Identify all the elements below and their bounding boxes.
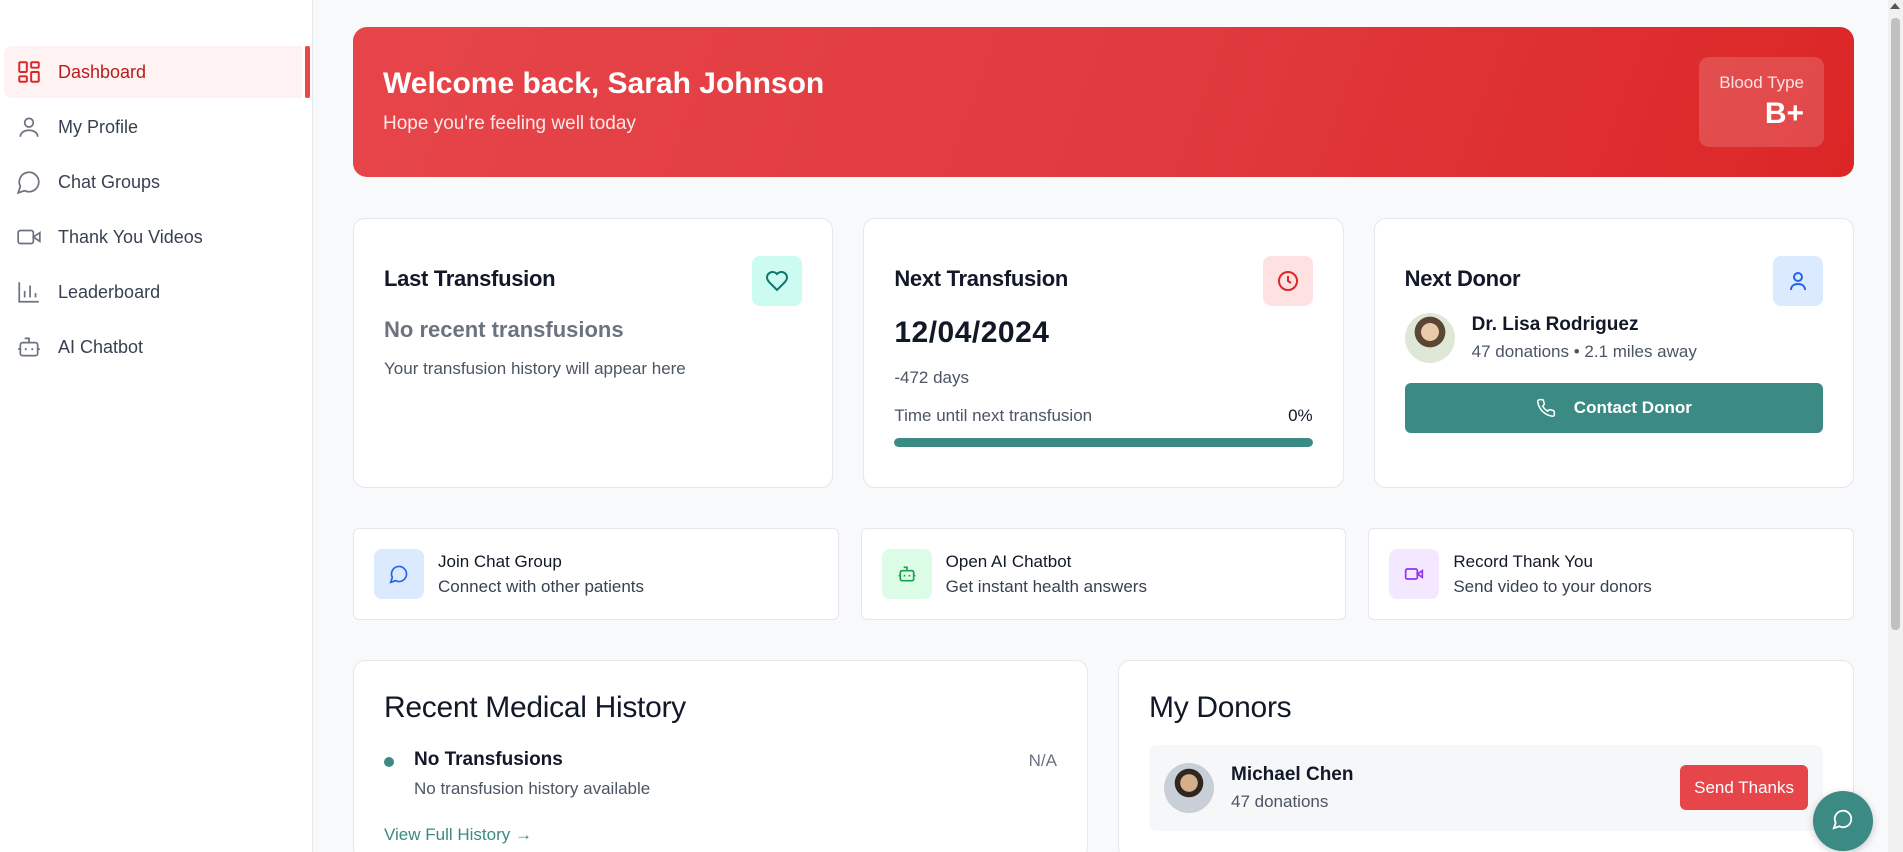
- summary-cards: Last Transfusion No recent transfusions …: [353, 218, 1854, 488]
- medical-history-panel: Recent Medical History No Transfusions N…: [353, 660, 1088, 852]
- chat-icon: [374, 549, 424, 599]
- sidebar-item-label: Thank You Videos: [58, 226, 203, 247]
- blood-type-value: B+: [1764, 97, 1804, 130]
- contact-donor-button[interactable]: Contact Donor: [1404, 383, 1823, 433]
- no-transfusions-text: No recent transfusions: [384, 317, 624, 342]
- record-thank-you-action[interactable]: Record Thank You Send video to your dono…: [1368, 528, 1855, 620]
- send-thanks-button[interactable]: Send Thanks: [1680, 765, 1808, 810]
- sidebar-item-label: Chat Groups: [58, 171, 161, 192]
- welcome-subtitle: Hope you're feeling well today: [383, 113, 636, 134]
- donor-name: Dr. Lisa Rodriguez: [1471, 314, 1639, 335]
- sidebar-item-leaderboard[interactable]: Leaderboard: [4, 266, 302, 318]
- view-full-history-link[interactable]: View Full History →: [384, 825, 532, 845]
- bot-icon: [881, 549, 932, 599]
- my-donors-panel: My Donors Michael Chen 47 donations Send…: [1118, 660, 1854, 852]
- heart-icon: [752, 256, 803, 306]
- history-item-date: N/A: [1028, 751, 1057, 770]
- action-title: Open AI Chatbot: [945, 551, 1072, 571]
- list-item: No Transfusions No transfusion history a…: [384, 749, 1057, 799]
- chat-fab-button[interactable]: [1813, 791, 1873, 851]
- panel-title: Recent Medical History: [384, 691, 686, 724]
- next-transfusion-date: 12/04/2024: [894, 316, 1050, 349]
- scrollbar[interactable]: [1888, 0, 1903, 852]
- donor-info: Dr. Lisa Rodriguez 47 donations • 2.1 mi…: [1404, 313, 1823, 363]
- progress-fill: [894, 438, 1313, 447]
- scroll-up-arrow[interactable]: [1890, 3, 1900, 9]
- open-ai-chatbot-action[interactable]: Open AI Chatbot Get instant health answe…: [860, 528, 1347, 620]
- main-content: Welcome back, Sarah Johnson Hope you're …: [353, 27, 1855, 852]
- sidebar-item-label: Dashboard: [58, 61, 147, 82]
- scroll-thumb[interactable]: [1891, 18, 1900, 630]
- sidebar-item-label: AI Chatbot: [58, 336, 144, 357]
- panel-title: My Donors: [1149, 691, 1292, 724]
- sidebar-item-label: Leaderboard: [58, 281, 161, 302]
- next-transfusion-card: Next Transfusion 12/04/2024 -472 days Ti…: [863, 218, 1344, 488]
- list-item: Michael Chen 47 donations Send Thanks: [1149, 745, 1823, 831]
- history-note: Your transfusion history will appear her…: [384, 359, 686, 378]
- action-title: Record Thank You: [1453, 551, 1593, 571]
- quick-actions: Join Chat Group Connect with other patie…: [353, 528, 1855, 620]
- progress-label: Time until next transfusion: [894, 406, 1093, 425]
- user-icon: [14, 112, 44, 142]
- contact-donor-label: Contact Donor: [1573, 398, 1692, 417]
- welcome-banner: Welcome back, Sarah Johnson Hope you're …: [353, 27, 1854, 177]
- history-item-sub: No transfusion history available: [414, 779, 651, 798]
- card-title: Next Transfusion: [894, 266, 1069, 291]
- bar-chart-icon: [14, 277, 44, 307]
- user-icon: [1772, 256, 1823, 306]
- action-title: Join Chat Group: [438, 551, 562, 571]
- action-subtitle: Send video to your donors: [1453, 576, 1652, 596]
- chat-icon: [1832, 808, 1854, 835]
- avatar: [1164, 763, 1214, 813]
- card-title: Last Transfusion: [384, 266, 556, 291]
- grid-icon: [14, 57, 44, 87]
- next-donor-card: Next Donor Dr. Lisa Rodriguez 47 donatio…: [1373, 218, 1854, 488]
- blood-type-badge: Blood Type B+: [1699, 57, 1824, 147]
- bottom-panels: Recent Medical History No Transfusions N…: [353, 660, 1854, 852]
- card-title: Next Donor: [1404, 266, 1521, 291]
- history-item-name: No Transfusions: [414, 749, 563, 770]
- sidebar: Dashboard My Profile Chat Groups Thank Y…: [0, 0, 313, 852]
- video-icon: [1389, 549, 1440, 599]
- sidebar-item-label: My Profile: [58, 116, 139, 137]
- clock-icon: [1262, 256, 1313, 306]
- action-subtitle: Connect with other patients: [438, 576, 645, 596]
- donor-meta: 47 donations: [1231, 792, 1329, 811]
- donor-meta: 47 donations • 2.1 miles away: [1471, 342, 1697, 361]
- video-icon: [14, 222, 44, 252]
- blood-type-label: Blood Type: [1719, 73, 1804, 92]
- join-chat-group-action[interactable]: Join Chat Group Connect with other patie…: [353, 528, 839, 620]
- chat-icon: [14, 167, 44, 197]
- days-remaining: -472 days: [894, 368, 969, 387]
- sidebar-item-dashboard[interactable]: Dashboard: [4, 46, 310, 98]
- phone-icon: [1536, 398, 1556, 418]
- status-dot: [384, 757, 394, 767]
- welcome-title: Welcome back, Sarah Johnson: [383, 67, 825, 100]
- avatar: [1404, 313, 1455, 363]
- progress-row: Time until next transfusion 0%: [894, 406, 1312, 426]
- sidebar-item-chat-groups[interactable]: Chat Groups: [4, 156, 302, 208]
- donor-name: Michael Chen: [1231, 764, 1354, 785]
- action-subtitle: Get instant health answers: [945, 576, 1147, 596]
- progress-bar: [894, 438, 1313, 447]
- sidebar-item-ai-chatbot[interactable]: AI Chatbot: [4, 321, 302, 373]
- last-transfusion-card: Last Transfusion No recent transfusions …: [353, 218, 834, 488]
- progress-percent: 0%: [1288, 406, 1313, 425]
- sidebar-item-thank-you-videos[interactable]: Thank You Videos: [4, 211, 302, 263]
- sidebar-item-my-profile[interactable]: My Profile: [4, 101, 302, 153]
- bot-icon: [14, 332, 44, 362]
